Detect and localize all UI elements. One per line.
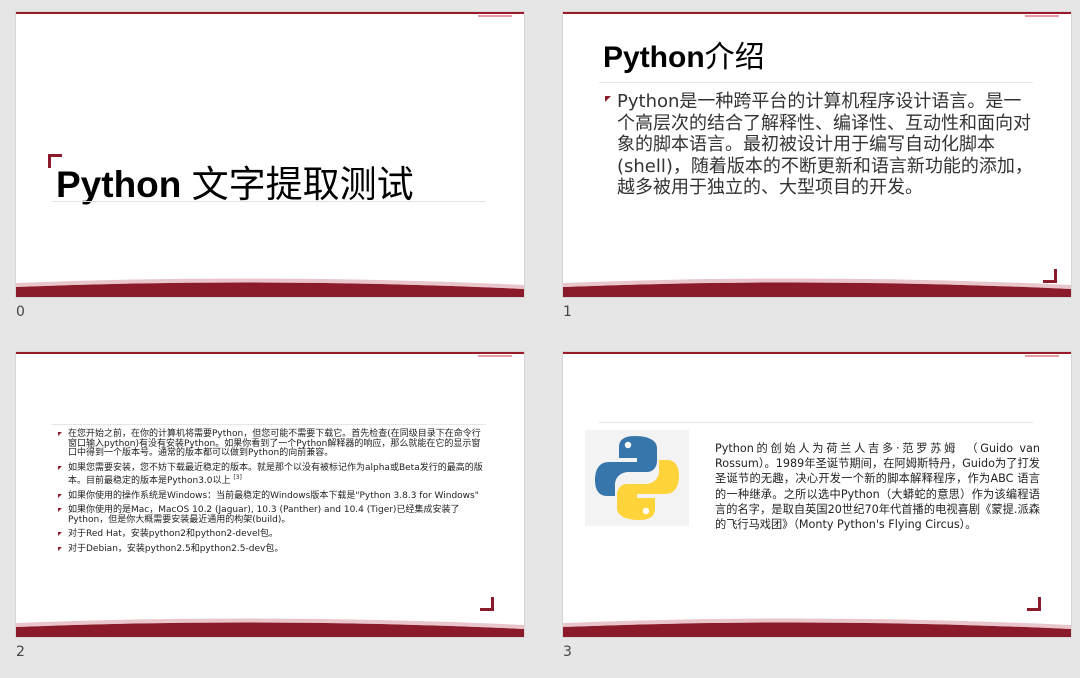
- slide-top-bar: [16, 352, 524, 354]
- bullet-triangle-icon: [58, 508, 62, 512]
- slide-top-accent: [478, 355, 512, 357]
- list-item: 对于Red Hat，安装python2和python2-devel包。: [56, 529, 488, 540]
- bottom-wave-decoration: [563, 278, 1071, 297]
- slide-top-bar: [16, 12, 524, 14]
- python-logo-icon: [595, 436, 679, 520]
- title-underline: [599, 82, 1033, 83]
- slide-number: 3: [563, 644, 572, 660]
- bullet-triangle-icon: [605, 96, 611, 102]
- slide-thumbnail-0[interactable]: Python 文字提取测试 0: [16, 12, 524, 338]
- slide-top-bar: [563, 12, 1071, 14]
- slide-1: Python介绍 Python是一种跨平台的计算机程序设计语言。是一个高层次的结…: [563, 12, 1071, 297]
- slide-title: Python 文字提取测试: [56, 164, 414, 205]
- slide-number: 2: [16, 644, 25, 660]
- bullet-triangle-icon: [58, 432, 62, 436]
- bullet-triangle-icon: [58, 493, 62, 498]
- title-underline: [52, 424, 486, 425]
- python-logo-image: [585, 430, 689, 526]
- list-item: 如果你使用的是Mac，MacOS 10.2 (Jaguar), 10.3 (Pa…: [56, 505, 488, 525]
- slide-title: Python介绍: [603, 41, 765, 74]
- list-item: 在您开始之前，在你的计算机将需要Python，但您可能不需要下载它。首先检查(在…: [56, 429, 488, 459]
- slide-top-bar: [563, 352, 1071, 354]
- bottom-wave-decoration: [16, 618, 524, 637]
- slide-top-accent: [1025, 15, 1059, 17]
- footnote-ref: [3]: [233, 474, 242, 481]
- title-underline: [599, 422, 1033, 423]
- slide-top-accent: [478, 15, 512, 17]
- slide-body-text: Python的创始人为荷兰人吉多·范罗苏姆 （Guido van Rossum）…: [715, 442, 1040, 532]
- slide-number: 0: [16, 304, 25, 320]
- bullet-triangle-icon: [58, 532, 62, 536]
- list-item: 对于Debian，安装python2.5和python2.5-dev包。: [56, 544, 488, 555]
- slide-0: Python 文字提取测试: [16, 12, 524, 297]
- slide-body-text: Python是一种跨平台的计算机程序设计语言。是一个高层次的结合了解释性、编译性…: [617, 91, 1033, 198]
- bullet-triangle-icon: [58, 546, 62, 551]
- slide-3: Python的创始人为荷兰人吉多·范罗苏姆 （Guido van Rossum）…: [563, 352, 1071, 637]
- slide-thumbnail-2[interactable]: 在您开始之前，在你的计算机将需要Python，但您可能不需要下载它。首先检查(在…: [16, 352, 524, 678]
- slide-2: 在您开始之前，在你的计算机将需要Python，但您可能不需要下载它。首先检查(在…: [16, 352, 524, 637]
- corner-bracket-icon: [480, 597, 494, 611]
- title-underline: [52, 201, 486, 202]
- slide-number: 1: [563, 304, 572, 320]
- bullet-triangle-icon: [58, 465, 62, 470]
- slide-thumbnail-3[interactable]: Python的创始人为荷兰人吉多·范罗苏姆 （Guido van Rossum）…: [563, 352, 1071, 678]
- list-item: 如果你使用的操作系统是Windows：当前最稳定的Windows版本下载是"Py…: [56, 491, 488, 502]
- slide-thumbnail-1[interactable]: Python介绍 Python是一种跨平台的计算机程序设计语言。是一个高层次的结…: [563, 12, 1071, 338]
- bottom-wave-decoration: [16, 278, 524, 297]
- bottom-wave-decoration: [563, 618, 1071, 637]
- list-item: 如果您需要安装，您不妨下载最近稳定的版本。就是那个以没有被标记作为alpha或B…: [56, 463, 488, 487]
- corner-bracket-icon: [1027, 597, 1041, 611]
- bullet-list: 在您开始之前，在你的计算机将需要Python，但您可能不需要下载它。首先检查(在…: [56, 429, 488, 559]
- slide-top-accent: [1025, 355, 1059, 357]
